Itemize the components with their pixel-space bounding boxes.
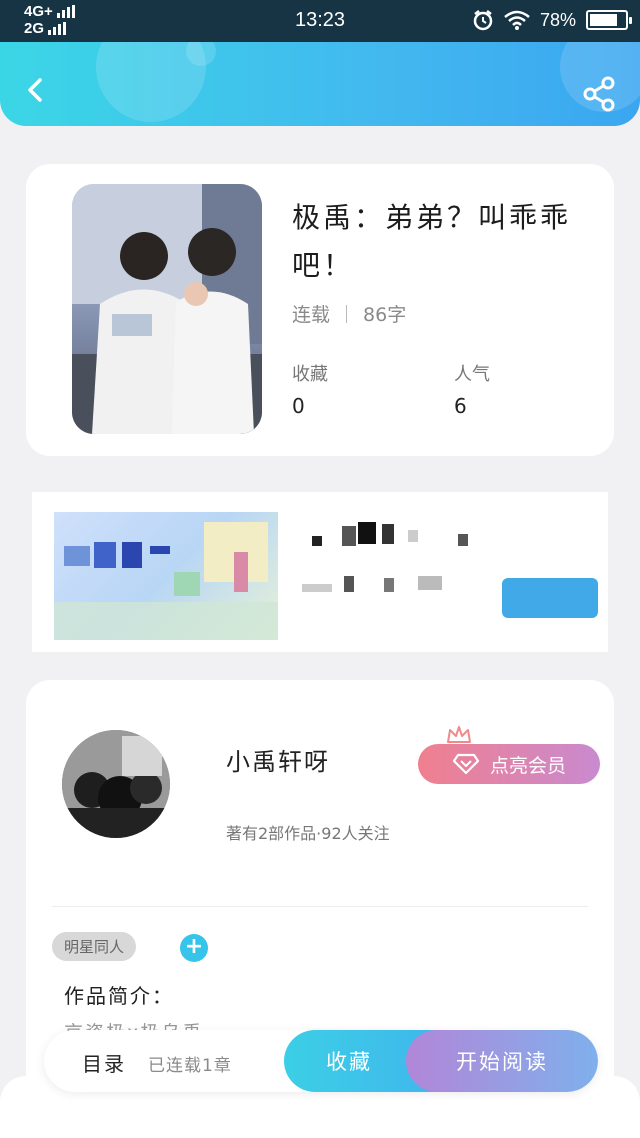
- popularity-label: 人气: [454, 364, 490, 385]
- avatar-image: [62, 730, 170, 838]
- ad-image: [54, 512, 278, 640]
- add-tag-button[interactable]: +: [180, 934, 208, 962]
- back-button[interactable]: [18, 72, 54, 108]
- vip-button-label: 点亮会员: [489, 754, 566, 777]
- divider: [52, 906, 588, 907]
- chevron-left-icon: [28, 78, 42, 102]
- genre-tag[interactable]: 明星同人: [52, 932, 137, 961]
- diamond-icon: [452, 753, 480, 775]
- battery-percent: 78%: [539, 9, 576, 30]
- avatar[interactable]: [62, 730, 170, 838]
- wifi-icon: [504, 10, 530, 30]
- status-icons: 78%: [472, 9, 632, 31]
- book-title: 极禹：弟弟？叫乖乖吧！: [292, 201, 572, 282]
- ad-action-button[interactable]: [502, 578, 598, 618]
- book-status: 连载: [292, 304, 331, 326]
- author-info: 著有2部作品·92人关注: [226, 824, 390, 843]
- crown-icon: [447, 726, 471, 743]
- cover-art: [72, 184, 262, 434]
- word-count: 86字: [363, 304, 407, 326]
- book-card: 极禹：弟弟？叫乖乖吧！ 连载 86字 收藏 0 人气 6: [26, 164, 614, 456]
- share-icon: [583, 76, 615, 112]
- meta-divider: [346, 304, 348, 323]
- favorites-value: 0: [292, 394, 305, 418]
- toc-button[interactable]: 目录: [82, 1048, 126, 1077]
- decorative-bubble: [186, 42, 216, 66]
- collect-button-label: 收藏: [326, 1050, 372, 1074]
- alarm-icon: [473, 10, 493, 31]
- share-button[interactable]: [580, 74, 620, 114]
- favorites-label: 收藏: [292, 364, 328, 385]
- bottom-action-bar: 目录 已连载1章 收藏 开始阅读: [44, 1030, 598, 1092]
- ad-banner[interactable]: [32, 492, 608, 652]
- popularity-value: 6: [454, 394, 467, 418]
- intro-label: 作品简介：: [64, 984, 174, 1008]
- chapter-count: 已连载1章: [148, 1056, 232, 1076]
- status-bar: 4G+ 2G 13:23 78%: [0, 0, 640, 42]
- author-name[interactable]: 小禹轩呀: [226, 742, 330, 777]
- vip-button[interactable]: 点亮会员: [418, 744, 600, 784]
- book-meta: 连载 86字: [292, 300, 406, 327]
- book-cover-image[interactable]: [72, 184, 262, 434]
- start-reading-button[interactable]: 开始阅读: [406, 1030, 598, 1092]
- battery-level: [590, 14, 617, 26]
- start-reading-label: 开始阅读: [456, 1050, 548, 1074]
- header: [0, 42, 640, 126]
- battery-icon: [586, 10, 632, 30]
